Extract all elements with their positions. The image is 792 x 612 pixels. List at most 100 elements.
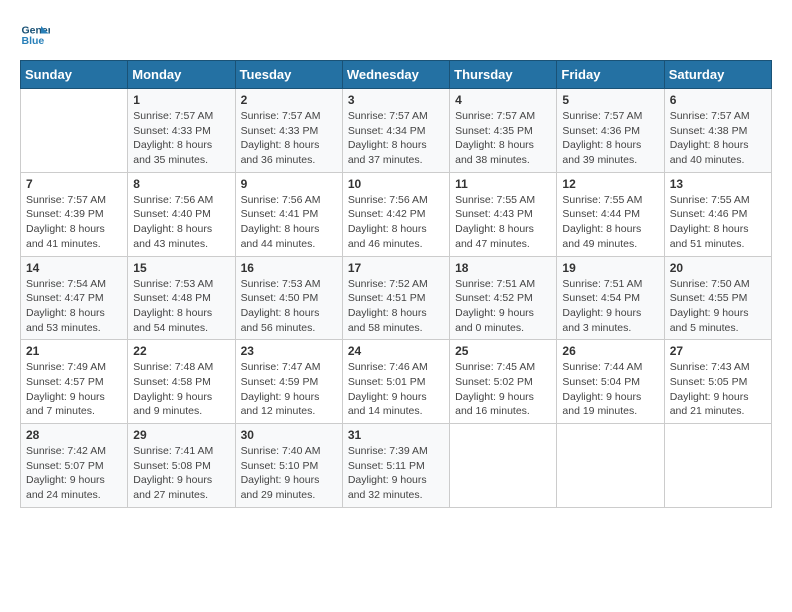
calendar-week-4: 21Sunrise: 7:49 AMSunset: 4:57 PMDayligh… <box>21 340 772 424</box>
calendar-cell: 12 Sunrise: 7:55 AMSunset: 4:44 PMDayligh… <box>557 172 664 256</box>
day-info: Sunrise: 7:46 AMSunset: 5:01 PMDaylight:… <box>348 360 444 419</box>
calendar-header-row: SundayMondayTuesdayWednesdayThursdayFrid… <box>21 61 772 89</box>
day-number: 6 <box>670 93 766 107</box>
calendar-cell: 25 Sunrise: 7:45 AMSunset: 5:02 PMDayligh… <box>450 340 557 424</box>
day-info: Sunrise: 7:50 AMSunset: 4:55 PMDaylight:… <box>670 277 766 336</box>
calendar-cell: 21Sunrise: 7:49 AMSunset: 4:57 PMDayligh… <box>21 340 128 424</box>
calendar-cell: 22 Sunrise: 7:48 AMSunset: 4:58 PMDayligh… <box>128 340 235 424</box>
day-number: 23 <box>241 344 337 358</box>
day-info: Sunrise: 7:51 AMSunset: 4:52 PMDaylight:… <box>455 277 551 336</box>
day-number: 9 <box>241 177 337 191</box>
calendar-cell: 19 Sunrise: 7:51 AMSunset: 4:54 PMDayligh… <box>557 256 664 340</box>
day-info: Sunrise: 7:55 AMSunset: 4:46 PMDaylight:… <box>670 193 766 252</box>
day-number: 14 <box>26 261 122 275</box>
day-number: 29 <box>133 428 229 442</box>
calendar-cell <box>450 424 557 508</box>
day-info: Sunrise: 7:57 AMSunset: 4:39 PMDaylight:… <box>26 193 122 252</box>
day-number: 27 <box>670 344 766 358</box>
day-number: 15 <box>133 261 229 275</box>
calendar-cell: 23 Sunrise: 7:47 AMSunset: 4:59 PMDayligh… <box>235 340 342 424</box>
calendar-cell: 27 Sunrise: 7:43 AMSunset: 5:05 PMDayligh… <box>664 340 771 424</box>
day-info: Sunrise: 7:55 AMSunset: 4:43 PMDaylight:… <box>455 193 551 252</box>
day-info: Sunrise: 7:57 AMSunset: 4:35 PMDaylight:… <box>455 109 551 168</box>
day-number: 28 <box>26 428 122 442</box>
day-info: Sunrise: 7:48 AMSunset: 4:58 PMDaylight:… <box>133 360 229 419</box>
day-info: Sunrise: 7:40 AMSunset: 5:10 PMDaylight:… <box>241 444 337 503</box>
day-number: 8 <box>133 177 229 191</box>
calendar-cell: 2 Sunrise: 7:57 AMSunset: 4:33 PMDaylight… <box>235 89 342 173</box>
calendar-cell: 11 Sunrise: 7:55 AMSunset: 4:43 PMDayligh… <box>450 172 557 256</box>
day-info: Sunrise: 7:44 AMSunset: 5:04 PMDaylight:… <box>562 360 658 419</box>
day-info: Sunrise: 7:56 AMSunset: 4:42 PMDaylight:… <box>348 193 444 252</box>
day-number: 19 <box>562 261 658 275</box>
day-info: Sunrise: 7:55 AMSunset: 4:44 PMDaylight:… <box>562 193 658 252</box>
day-header-saturday: Saturday <box>664 61 771 89</box>
day-info: Sunrise: 7:43 AMSunset: 5:05 PMDaylight:… <box>670 360 766 419</box>
calendar-table: SundayMondayTuesdayWednesdayThursdayFrid… <box>20 60 772 508</box>
calendar-cell: 4 Sunrise: 7:57 AMSunset: 4:35 PMDaylight… <box>450 89 557 173</box>
day-info: Sunrise: 7:47 AMSunset: 4:59 PMDaylight:… <box>241 360 337 419</box>
day-number: 3 <box>348 93 444 107</box>
day-number: 2 <box>241 93 337 107</box>
day-number: 26 <box>562 344 658 358</box>
day-info: Sunrise: 7:57 AMSunset: 4:36 PMDaylight:… <box>562 109 658 168</box>
calendar-cell: 26 Sunrise: 7:44 AMSunset: 5:04 PMDayligh… <box>557 340 664 424</box>
day-number: 30 <box>241 428 337 442</box>
calendar-cell: 7 Sunrise: 7:57 AMSunset: 4:39 PMDaylight… <box>21 172 128 256</box>
day-header-sunday: Sunday <box>21 61 128 89</box>
calendar-cell: 24 Sunrise: 7:46 AMSunset: 5:01 PMDayligh… <box>342 340 449 424</box>
day-number: 10 <box>348 177 444 191</box>
day-number: 22 <box>133 344 229 358</box>
calendar-week-2: 7 Sunrise: 7:57 AMSunset: 4:39 PMDaylight… <box>21 172 772 256</box>
calendar-cell: 30 Sunrise: 7:40 AMSunset: 5:10 PMDayligh… <box>235 424 342 508</box>
logo: General Blue <box>20 20 50 50</box>
calendar-cell: 3 Sunrise: 7:57 AMSunset: 4:34 PMDaylight… <box>342 89 449 173</box>
calendar-cell: 1 Sunrise: 7:57 AMSunset: 4:33 PMDaylight… <box>128 89 235 173</box>
day-number: 12 <box>562 177 658 191</box>
day-number: 20 <box>670 261 766 275</box>
day-number: 7 <box>26 177 122 191</box>
day-number: 25 <box>455 344 551 358</box>
day-info: Sunrise: 7:53 AMSunset: 4:48 PMDaylight:… <box>133 277 229 336</box>
calendar-cell <box>21 89 128 173</box>
day-info: Sunrise: 7:52 AMSunset: 4:51 PMDaylight:… <box>348 277 444 336</box>
day-info: Sunrise: 7:56 AMSunset: 4:41 PMDaylight:… <box>241 193 337 252</box>
calendar-week-1: 1 Sunrise: 7:57 AMSunset: 4:33 PMDaylight… <box>21 89 772 173</box>
day-info: Sunrise: 7:39 AMSunset: 5:11 PMDaylight:… <box>348 444 444 503</box>
calendar-cell: 14 Sunrise: 7:54 AMSunset: 4:47 PMDayligh… <box>21 256 128 340</box>
day-number: 13 <box>670 177 766 191</box>
day-number: 4 <box>455 93 551 107</box>
calendar-cell: 29 Sunrise: 7:41 AMSunset: 5:08 PMDayligh… <box>128 424 235 508</box>
calendar-cell: 17 Sunrise: 7:52 AMSunset: 4:51 PMDayligh… <box>342 256 449 340</box>
day-info: Sunrise: 7:42 AMSunset: 5:07 PMDaylight:… <box>26 444 122 503</box>
day-number: 16 <box>241 261 337 275</box>
calendar-cell: 5Sunrise: 7:57 AMSunset: 4:36 PMDaylight… <box>557 89 664 173</box>
day-number: 18 <box>455 261 551 275</box>
day-number: 24 <box>348 344 444 358</box>
day-info: Sunrise: 7:41 AMSunset: 5:08 PMDaylight:… <box>133 444 229 503</box>
day-header-thursday: Thursday <box>450 61 557 89</box>
calendar-cell: 6 Sunrise: 7:57 AMSunset: 4:38 PMDaylight… <box>664 89 771 173</box>
day-info: Sunrise: 7:57 AMSunset: 4:38 PMDaylight:… <box>670 109 766 168</box>
day-header-wednesday: Wednesday <box>342 61 449 89</box>
day-header-friday: Friday <box>557 61 664 89</box>
calendar-cell: 31 Sunrise: 7:39 AMSunset: 5:11 PMDayligh… <box>342 424 449 508</box>
day-info: Sunrise: 7:57 AMSunset: 4:34 PMDaylight:… <box>348 109 444 168</box>
calendar-cell: 15 Sunrise: 7:53 AMSunset: 4:48 PMDayligh… <box>128 256 235 340</box>
day-number: 1 <box>133 93 229 107</box>
day-info: Sunrise: 7:51 AMSunset: 4:54 PMDaylight:… <box>562 277 658 336</box>
day-info: Sunrise: 7:49 AMSunset: 4:57 PMDaylight:… <box>26 360 122 419</box>
day-number: 17 <box>348 261 444 275</box>
calendar-cell: 16 Sunrise: 7:53 AMSunset: 4:50 PMDayligh… <box>235 256 342 340</box>
day-info: Sunrise: 7:53 AMSunset: 4:50 PMDaylight:… <box>241 277 337 336</box>
day-info: Sunrise: 7:45 AMSunset: 5:02 PMDaylight:… <box>455 360 551 419</box>
calendar-cell: 20 Sunrise: 7:50 AMSunset: 4:55 PMDayligh… <box>664 256 771 340</box>
day-info: Sunrise: 7:54 AMSunset: 4:47 PMDaylight:… <box>26 277 122 336</box>
calendar-cell: 10 Sunrise: 7:56 AMSunset: 4:42 PMDayligh… <box>342 172 449 256</box>
day-number: 11 <box>455 177 551 191</box>
day-info: Sunrise: 7:57 AMSunset: 4:33 PMDaylight:… <box>241 109 337 168</box>
calendar-cell <box>664 424 771 508</box>
day-info: Sunrise: 7:57 AMSunset: 4:33 PMDaylight:… <box>133 109 229 168</box>
day-number: 31 <box>348 428 444 442</box>
svg-text:Blue: Blue <box>22 35 45 47</box>
